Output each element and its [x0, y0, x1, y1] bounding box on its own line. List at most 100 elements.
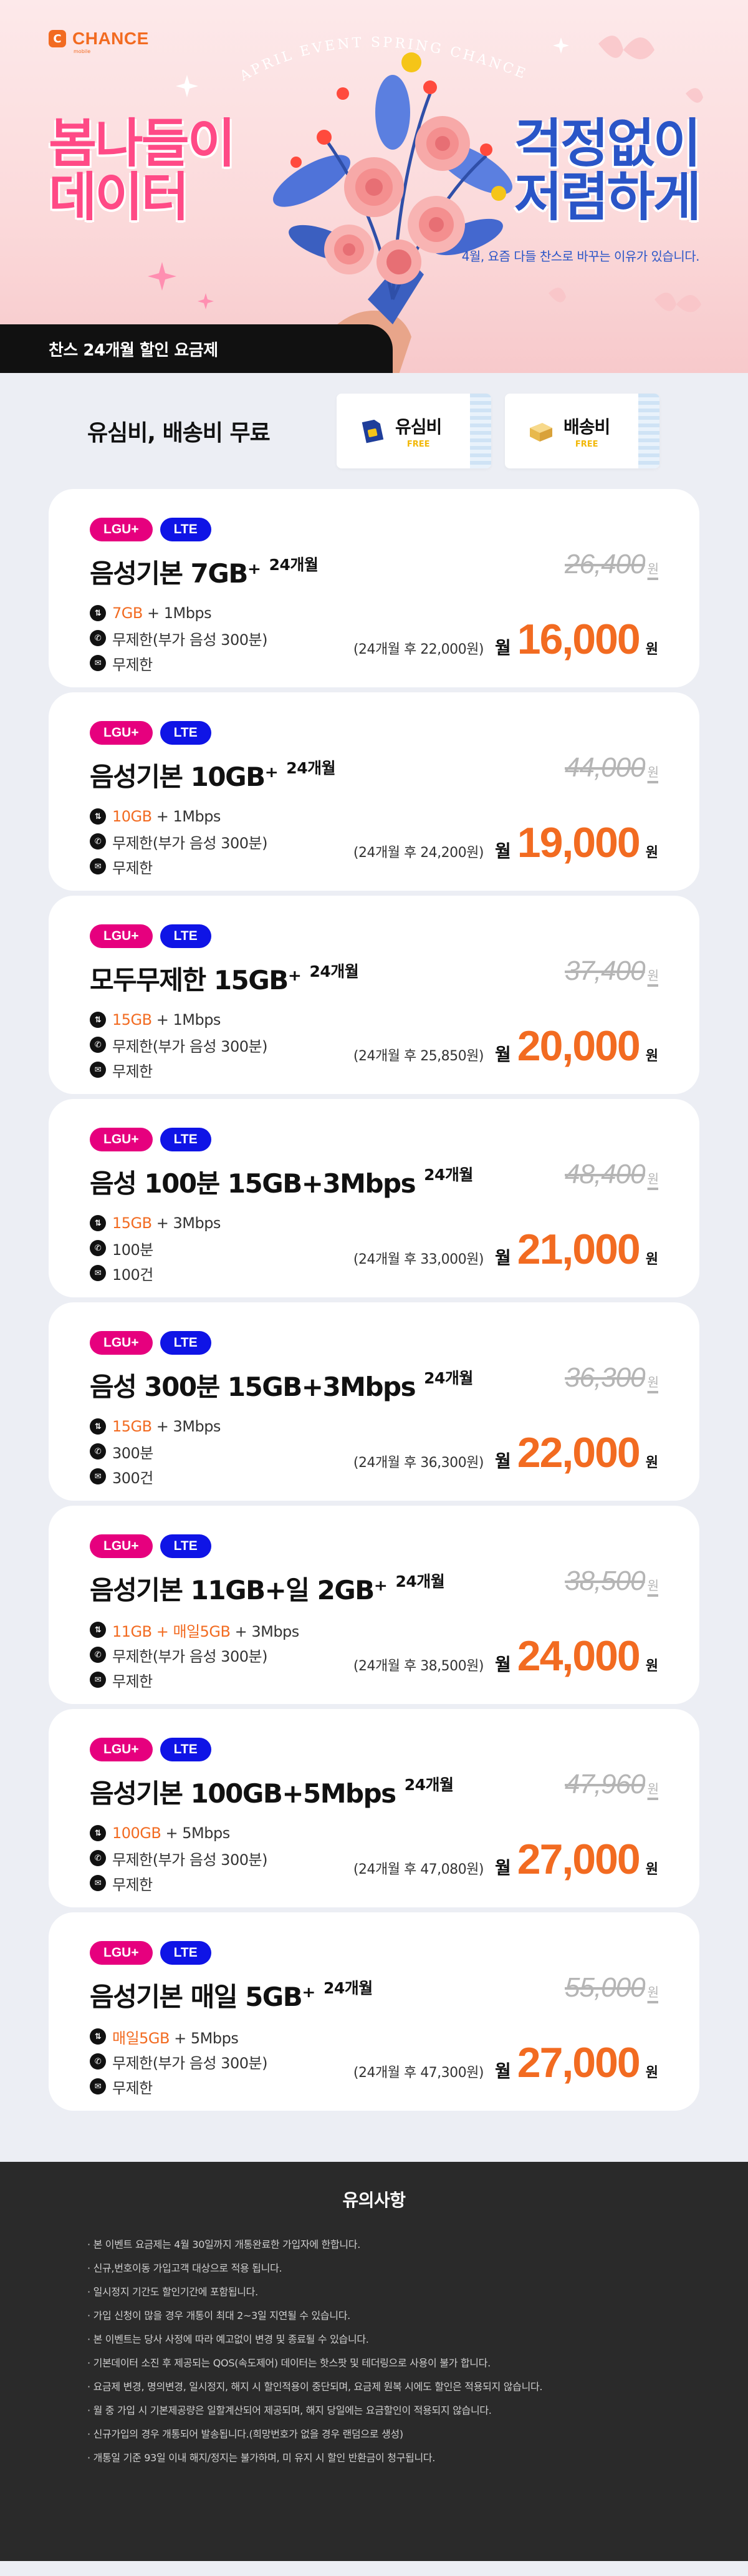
logo-mark: C [49, 30, 66, 47]
plan-card[interactable]: LGU+ LTE 음성기본 11GB+일 2GB⁺ 24개월 ⇅ 11GB + … [49, 1506, 699, 1704]
price-month-label: 월 [495, 1044, 511, 1065]
network-badge: LTE [160, 1128, 211, 1151]
carrier-badge: LGU+ [90, 1128, 153, 1151]
data-icon: ⇅ [90, 2028, 106, 2045]
price-row: (24개월 후 38,500원) 월 24,000 원 [353, 1632, 658, 1680]
notice-item: 신규,번호이동 가입고객 대상으로 적용 됩니다. [87, 2260, 661, 2284]
price-row: (24개월 후 25,850원) 월 20,000 원 [353, 1022, 658, 1070]
plan-term: 24개월 [309, 962, 359, 981]
voice-value: 무제한(부가 음성 300분) [112, 1647, 267, 1665]
notice-item: 일시정지 기간도 할인기간에 포함됩니다. [87, 2284, 661, 2308]
original-price: 55,000 원 [565, 1972, 659, 2003]
price-after-period: (24개월 후 33,000원) [353, 1252, 484, 1267]
voice-value: 300분 [112, 1444, 153, 1462]
notice-item: 기본데이터 소진 후 제공되는 QOS(속도제어) 데이터는 핫스팟 및 테더링… [87, 2355, 661, 2379]
plan-term: 24개월 [286, 759, 336, 777]
ticket-free: FREE [406, 439, 430, 449]
notice-item: 월 중 가입 시 기본제공량은 일할계산되어 제공되며, 해지 당일에는 요금할… [87, 2403, 661, 2426]
carrier-badge: LGU+ [90, 1941, 153, 1965]
price-row: (24개월 후 47,080원) 월 27,000 원 [353, 1835, 658, 1884]
original-price-value: 26,400 [565, 549, 646, 579]
data-amount: 매일5GB [112, 2029, 170, 2047]
plan-card[interactable]: LGU+ LTE 음성기본 100GB+5Mbps 24개월 ⇅ 100GB +… [49, 1709, 699, 1907]
plan-badges: LGU+ LTE [90, 721, 658, 745]
plan-badges: LGU+ LTE [90, 1941, 658, 1965]
price-row: (24개월 후 36,300원) 월 22,000 원 [353, 1428, 658, 1477]
logo-subtext: mobile [74, 49, 91, 54]
data-icon: ⇅ [90, 1825, 106, 1841]
price-month-label: 월 [495, 1247, 511, 1268]
original-price-value: 36,300 [565, 1362, 646, 1393]
voice-value: 무제한(부가 음성 300분) [112, 1037, 267, 1055]
price-month-label: 월 [495, 841, 511, 861]
original-price-unit: 원 [647, 1579, 659, 1593]
price-amount: 16,000 [517, 616, 641, 663]
notice-item: 요금제 변경, 명의변경, 일시정지, 해지 시 할인적용이 중단되며, 요금제… [87, 2379, 661, 2403]
plan-badges: LGU+ LTE [90, 1738, 658, 1761]
price-after-period: (24개월 후 25,850원) [353, 1048, 484, 1064]
plan-badges: LGU+ LTE [90, 1534, 658, 1558]
data-speed: + 3Mbps [151, 1214, 221, 1232]
plan-card[interactable]: LGU+ LTE 음성기본 매일 5GB⁺ 24개월 ⇅ 매일5GB + 5Mb… [49, 1912, 699, 2111]
data-speed: + 3Mbps [230, 1622, 300, 1640]
carrier-badge: LGU+ [90, 721, 153, 745]
plan-badges: LGU+ LTE [90, 518, 658, 541]
plan-term: 24개월 [323, 1979, 373, 1997]
plan-card[interactable]: LGU+ LTE 음성기본 7GB⁺ 24개월 ⇅ 7GB + 1Mbps ✆ … [49, 489, 699, 687]
network-badge: LTE [160, 1331, 211, 1355]
plan-list: LGU+ LTE 음성기본 7GB⁺ 24개월 ⇅ 7GB + 1Mbps ✆ … [0, 489, 748, 2111]
phone-icon: ✆ [90, 1037, 106, 1053]
data-amount: 11GB + 매일5GB [112, 1622, 231, 1640]
network-badge: LTE [160, 1534, 211, 1558]
original-price-unit: 원 [647, 1986, 659, 2000]
plan-name: 음성기본 10GB⁺ [90, 762, 279, 792]
plan-badges: LGU+ LTE [90, 1331, 658, 1355]
price-after-period: (24개월 후 38,500원) [353, 1658, 484, 1674]
phone-icon: ✆ [90, 1647, 106, 1663]
headline-left: 봄나들이 데이터 [49, 117, 236, 224]
ticket-free: FREE [575, 439, 598, 449]
network-badge: LTE [160, 1738, 211, 1761]
plan-name: 음성기본 7GB⁺ [90, 558, 261, 589]
data-icon: ⇅ [90, 1418, 106, 1435]
data-icon: ⇅ [90, 1622, 106, 1638]
carrier-badge: LGU+ [90, 1534, 153, 1558]
plan-card[interactable]: LGU+ LTE 음성 100분 15GB+3Mbps 24개월 ⇅ 15GB … [49, 1099, 699, 1297]
sms-value: 무제한 [112, 1876, 153, 1894]
price-amount: 19,000 [517, 819, 641, 866]
price-after-period: (24개월 후 47,080원) [353, 1862, 484, 1877]
free-benefits-row: 유심비, 배송비 무료 유심비 FREE 배송비 FREE [0, 373, 748, 489]
original-price: 47,960 원 [565, 1769, 659, 1800]
data-icon: ⇅ [90, 1215, 106, 1231]
price-amount: 20,000 [517, 1022, 641, 1070]
plan-term: 24개월 [269, 556, 319, 574]
price-unit: 원 [645, 1658, 658, 1674]
delivery-box-icon [530, 423, 552, 442]
plan-term: 24개월 [424, 1369, 473, 1387]
original-price-value: 48,400 [565, 1159, 646, 1189]
voice-value: 무제한(부가 음성 300분) [112, 631, 267, 649]
sms-value: 무제한 [112, 859, 153, 877]
price-row: (24개월 후 47,300원) 월 27,000 원 [353, 2038, 658, 2087]
data-amount: 7GB [112, 604, 143, 622]
flower-bouquet-illustration [273, 52, 512, 373]
price-after-period: (24개월 후 22,000원) [353, 642, 484, 657]
chance-logo[interactable]: C CHANCE [49, 29, 149, 49]
original-price-unit: 원 [647, 1783, 659, 1796]
plan-card[interactable]: LGU+ LTE 모두무제한 15GB⁺ 24개월 ⇅ 15GB + 1Mbps… [49, 896, 699, 1094]
message-icon: ✉ [90, 1062, 106, 1078]
voice-value: 100분 [112, 1241, 153, 1259]
data-speed: + 5Mbps [170, 2029, 239, 2047]
data-icon: ⇅ [90, 808, 106, 825]
phone-icon: ✆ [90, 833, 106, 850]
price-row: (24개월 후 22,000원) 월 16,000 원 [353, 615, 658, 664]
notice-section: 유의사항 본 이벤트 요금제는 4월 30일까지 개통완료한 가입자에 한합니다… [0, 2162, 748, 2561]
plan-card[interactable]: LGU+ LTE 음성 300분 15GB+3Mbps 24개월 ⇅ 15GB … [49, 1302, 699, 1501]
notice-list: 본 이벤트 요금제는 4월 30일까지 개통완료한 가입자에 한합니다.신규,번… [87, 2237, 661, 2474]
original-price: 48,400 원 [565, 1159, 659, 1190]
price-after-period: (24개월 후 24,200원) [353, 845, 484, 861]
price-month-label: 월 [495, 1451, 511, 1471]
plan-term: 24개월 [424, 1166, 473, 1184]
original-price-unit: 원 [647, 563, 659, 576]
plan-card[interactable]: LGU+ LTE 음성기본 10GB⁺ 24개월 ⇅ 10GB + 1Mbps … [49, 692, 699, 891]
